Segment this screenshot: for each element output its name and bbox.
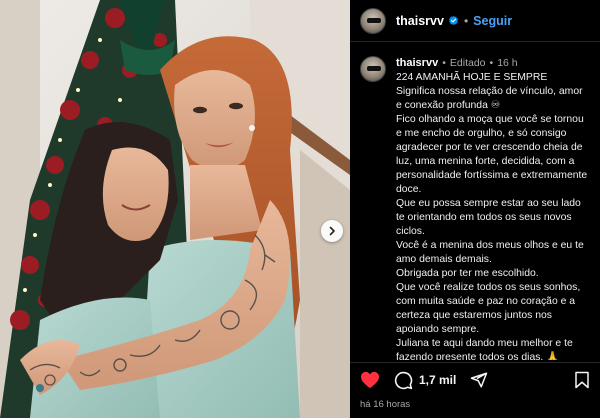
photo-illustration (0, 0, 350, 418)
share-icon (470, 371, 488, 389)
comment-button[interactable]: 1,7 mil (394, 371, 456, 390)
caption-text: 224 AMANHÃ HOJE E SEMPRE Significa nossa… (396, 71, 590, 360)
avatar[interactable] (360, 7, 386, 34)
heart-icon (360, 371, 380, 389)
caption-time[interactable]: 16 h (497, 56, 517, 70)
comment-count[interactable]: 1,7 mil (419, 373, 456, 387)
edited-label: Editado (449, 57, 486, 69)
verified-badge-icon (448, 15, 459, 26)
header-separator: • (463, 13, 469, 28)
caption-line: Juliana te aqui dando meu melhor e te fa… (396, 338, 573, 360)
post-photo[interactable] (0, 0, 350, 418)
save-button[interactable] (574, 371, 590, 389)
like-button[interactable] (360, 371, 380, 389)
caption-username[interactable]: thaisrvv (396, 56, 438, 70)
post-time-ago[interactable]: há 16 horas (360, 399, 590, 410)
header-username[interactable]: thaisrvv (396, 14, 444, 28)
caption-line: Que eu possa sempre estar ao seu lado te… (396, 198, 581, 237)
action-bar: 1,7 mil há 16 horas (350, 362, 600, 418)
caption-line: Que você realize todos os seus sonhos, c… (396, 282, 581, 335)
caption-row: thaisrvv • Editado • 16 h 224 AMANHÃ HOJ… (360, 56, 590, 360)
caption-area: thaisrvv • Editado • 16 h 224 AMANHÃ HOJ… (350, 42, 600, 360)
chevron-right-icon (327, 226, 337, 236)
post-side-panel: thaisrvv • Seguir thaisrvv • Editado • 1… (350, 0, 600, 418)
caption-line: Você é a menina dos meus olhos e eu te a… (396, 240, 584, 265)
comment-icon (394, 371, 413, 390)
next-photo-button[interactable] (321, 220, 343, 242)
caption-line: Fico olhando a moça que você se tornou e… (396, 114, 588, 195)
caption-separator-2: • (489, 57, 494, 69)
caption-separator: • (442, 57, 446, 69)
share-button[interactable] (470, 371, 488, 389)
caption-body: thaisrvv • Editado • 16 h 224 AMANHÃ HOJ… (396, 56, 590, 360)
caption-meta: thaisrvv • Editado • 16 h (396, 56, 590, 70)
caption-line: Obrigada por ter me escolhido. (396, 268, 539, 279)
caption-line: 224 AMANHÃ HOJE E SEMPRE (396, 72, 548, 83)
bookmark-icon (574, 371, 590, 389)
follow-button[interactable]: Seguir (473, 14, 512, 28)
action-buttons: 1,7 mil (360, 369, 590, 391)
caption-line: Significa nossa relação de vínculo, amor… (396, 86, 583, 111)
post-header: thaisrvv • Seguir (350, 0, 600, 42)
caption-avatar[interactable] (360, 56, 386, 82)
